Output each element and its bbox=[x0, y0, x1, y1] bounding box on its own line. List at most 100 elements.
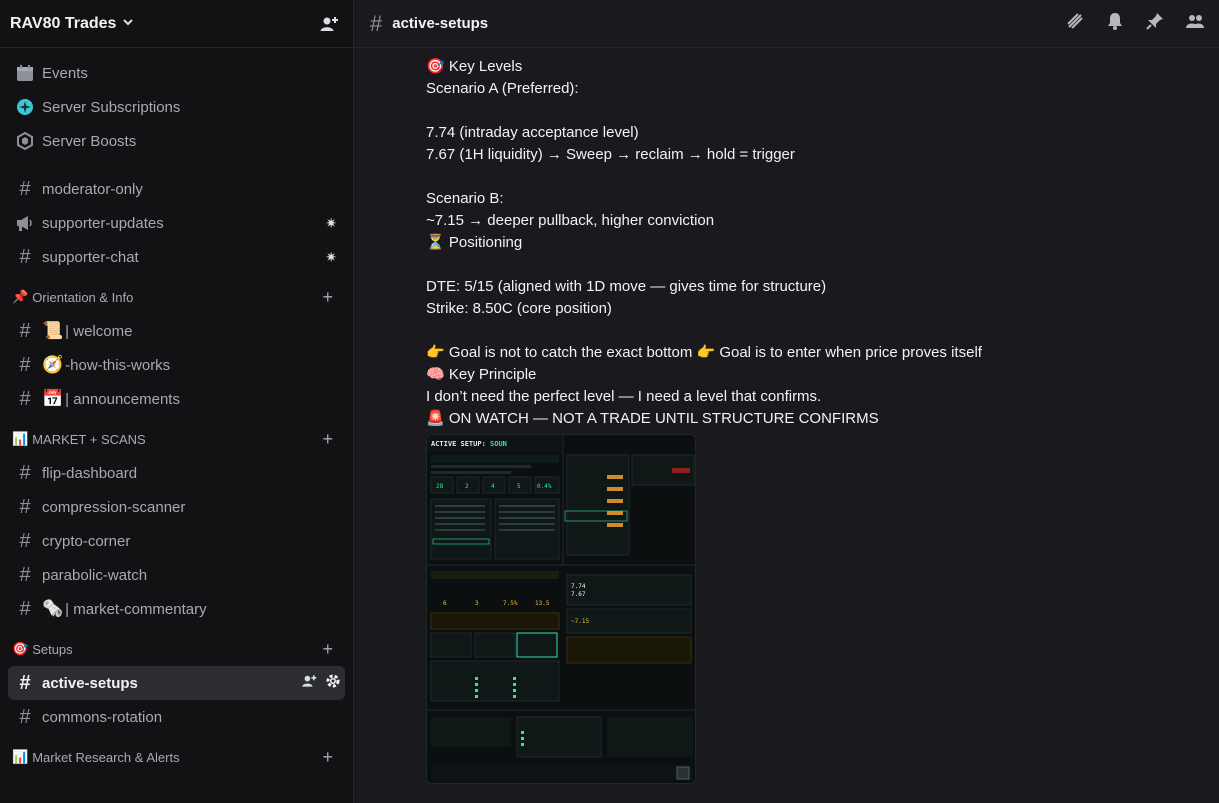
channel-supporter-updates[interactable]: supporter-updates ✷ bbox=[8, 206, 345, 240]
server-header[interactable]: RAV80 Trades bbox=[0, 0, 353, 48]
hashtag-icon: # bbox=[19, 563, 31, 586]
member-list-icon[interactable] bbox=[1185, 11, 1205, 36]
channel-label: supporter-chat bbox=[42, 248, 139, 266]
threads-icon[interactable] bbox=[1065, 11, 1085, 36]
channel-active-setups[interactable]: # active-setups bbox=[8, 666, 345, 700]
channel-label: flip-dashboard bbox=[42, 464, 138, 482]
pushpin-icon: 📌 bbox=[12, 289, 29, 304]
channel-label: | welcome bbox=[65, 322, 133, 340]
stat-row-1: 28 2 4 5 0.4% bbox=[430, 476, 560, 494]
level-a: 7.74 bbox=[571, 583, 586, 590]
channel-supporter-chat[interactable]: # supporter-chat ✷ bbox=[8, 240, 345, 274]
channel-label: active-setups bbox=[42, 674, 138, 692]
message-line: I don’t need the perfect level — I need … bbox=[426, 388, 822, 405]
calendar-emoji-icon: 📅 bbox=[42, 389, 64, 408]
scroll-icon: 📜 bbox=[42, 321, 64, 340]
message-line: ⏳ Positioning bbox=[426, 234, 523, 251]
hashtag-icon: # bbox=[19, 461, 31, 484]
channel-how-this-works[interactable]: # 🧭 -how-this-works bbox=[8, 348, 345, 382]
channel-market-commentary[interactable]: # 🗞️ | market-commentary bbox=[8, 592, 345, 626]
message-line: ~7.15 → deeper pullback, higher convicti… bbox=[426, 212, 715, 229]
invite-member-icon[interactable] bbox=[301, 673, 317, 693]
dashboard-graphic: ACTIVE SETUP: SOUN 28 2 4 5 0.4% 6 3 7.5… bbox=[427, 435, 695, 783]
stat-value: 6 bbox=[443, 600, 447, 607]
scrollbar[interactable] bbox=[1211, 48, 1219, 803]
channel-flip-dashboard[interactable]: # flip-dashboard bbox=[8, 456, 345, 490]
hashtag-icon: # bbox=[19, 529, 31, 552]
sidebar-item-label: Server Boosts bbox=[42, 132, 137, 150]
sparkle-icon: ✷ bbox=[325, 248, 337, 265]
setup-dashboard-image[interactable]: ACTIVE SETUP: SOUN 28 2 4 5 0.4% 6 3 7.5… bbox=[426, 434, 696, 784]
message-line: Scenario A (Preferred): bbox=[426, 80, 579, 97]
category-orientation-info[interactable]: 📌 Orientation & Info + bbox=[8, 280, 345, 314]
add-channel-icon[interactable]: + bbox=[322, 429, 333, 450]
discord-app: RAV80 Trades Events Server Subscriptions… bbox=[0, 0, 1219, 803]
hashtag-lock-icon: # bbox=[19, 245, 31, 268]
channel-label: moderator-only bbox=[42, 180, 143, 198]
hashtag-icon: # bbox=[370, 10, 383, 36]
message-line: 🎯 Key Levels bbox=[426, 58, 523, 75]
stat-value: 2 bbox=[465, 483, 469, 490]
stat-value: 5 bbox=[517, 483, 521, 490]
channel-header: # active-setups bbox=[354, 0, 1219, 48]
hashtag-lock-icon: # bbox=[19, 353, 31, 376]
channel-list: Events Server Subscriptions Server Boost… bbox=[0, 48, 353, 803]
server-name: RAV80 Trades bbox=[10, 14, 117, 32]
bar-chart-icon: 📊 bbox=[12, 431, 29, 446]
message-line: 🚨 ON WATCH — NOT A TRADE UNTIL STRUCTURE… bbox=[426, 410, 879, 427]
stat-value: 0.4% bbox=[537, 483, 552, 490]
category-market-scans[interactable]: 📊 MARKET + SCANS + bbox=[8, 422, 345, 456]
megaphone-icon bbox=[12, 212, 38, 234]
sidebar-item-events[interactable]: Events bbox=[8, 56, 345, 90]
sidebar-item-label: Events bbox=[42, 64, 88, 82]
sidebar-item-server-boosts[interactable]: Server Boosts bbox=[8, 124, 345, 158]
channel-label: -how-this-works bbox=[65, 356, 171, 374]
chevron-down-icon bbox=[122, 16, 134, 31]
add-channel-icon[interactable]: + bbox=[322, 747, 333, 768]
gear-icon[interactable] bbox=[325, 673, 341, 693]
hashtag-lock-icon: # bbox=[19, 319, 31, 342]
message-line bbox=[426, 254, 1219, 276]
message-line: 🧠 Key Principle bbox=[426, 366, 537, 383]
attachment-header: ACTIVE SETUP: bbox=[431, 440, 486, 448]
invite-member-icon[interactable] bbox=[319, 14, 339, 34]
category-label: Orientation & Info bbox=[32, 289, 134, 305]
hashtag-lock-icon: # bbox=[19, 597, 31, 620]
bell-icon[interactable] bbox=[1105, 11, 1125, 36]
channel-label: parabolic-watch bbox=[42, 566, 148, 584]
boost-icon bbox=[12, 130, 38, 152]
channel-label: compression-scanner bbox=[42, 498, 186, 516]
channel-commons-rotation[interactable]: # commons-rotation bbox=[8, 700, 345, 734]
level-c: ~7.15 bbox=[571, 618, 589, 625]
channel-welcome[interactable]: # 📜 | welcome bbox=[8, 314, 345, 348]
category-label: Market Research & Alerts bbox=[32, 749, 180, 765]
subscriptions-icon bbox=[12, 96, 38, 118]
add-channel-icon[interactable]: + bbox=[322, 639, 333, 660]
channel-announcements[interactable]: # 📅 | announcements bbox=[8, 382, 345, 416]
newspaper-icon: 🗞️ bbox=[42, 599, 64, 618]
channel-label: commons-rotation bbox=[42, 708, 163, 726]
message-line: 👉 Goal is not to catch the exact bottom … bbox=[426, 344, 982, 361]
message-line bbox=[426, 166, 1219, 188]
channel-compression-scanner[interactable]: # compression-scanner bbox=[8, 490, 345, 524]
add-channel-icon[interactable]: + bbox=[322, 287, 333, 308]
category-market-research-alerts[interactable]: 📊 Market Research & Alerts + bbox=[8, 740, 345, 774]
stat-value: 4 bbox=[491, 483, 495, 490]
channel-parabolic-watch[interactable]: # parabolic-watch bbox=[8, 558, 345, 592]
target-icon: 🎯 bbox=[12, 641, 29, 656]
channel-label: supporter-updates bbox=[42, 214, 164, 232]
calendar-icon bbox=[12, 62, 38, 84]
channel-label: | market-commentary bbox=[65, 600, 207, 618]
message-body: 🎯 Key Levels Scenario A (Preferred): 7.7… bbox=[426, 56, 1219, 430]
channel-sidebar: RAV80 Trades Events Server Subscriptions… bbox=[0, 0, 354, 803]
message-line: DTE: 5/15 (aligned with 1D move — gives … bbox=[426, 278, 827, 295]
sidebar-item-server-subscriptions[interactable]: Server Subscriptions bbox=[8, 90, 345, 124]
channel-title: active-setups bbox=[392, 15, 489, 32]
pin-icon[interactable] bbox=[1145, 11, 1165, 36]
category-setups[interactable]: 🎯 Setups + bbox=[8, 632, 345, 666]
channel-moderator-only[interactable]: # moderator-only bbox=[8, 172, 345, 206]
channel-crypto-corner[interactable]: # crypto-corner bbox=[8, 524, 345, 558]
stat-value: 28 bbox=[436, 483, 444, 490]
level-b: 7.67 bbox=[571, 591, 586, 598]
hashtag-lock-icon: # bbox=[19, 177, 31, 200]
